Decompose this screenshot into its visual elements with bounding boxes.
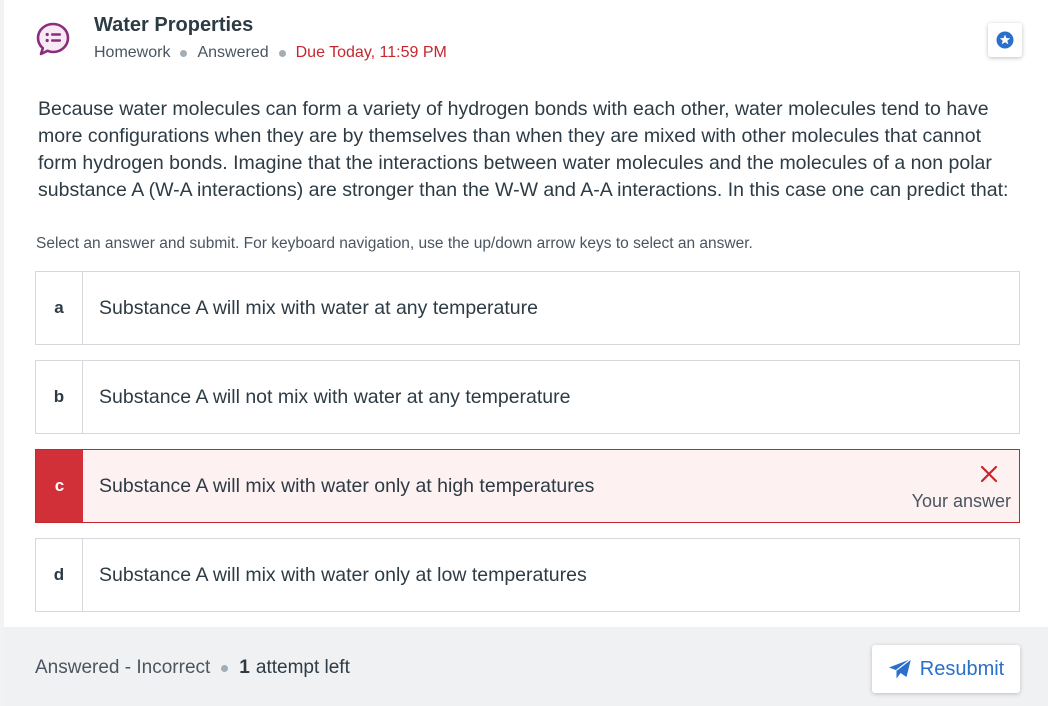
left-edge-rule [0, 0, 4, 706]
answer-option-c[interactable]: c Substance A will mix with water only a… [35, 449, 1020, 523]
resubmit-button[interactable]: Resubmit [872, 645, 1020, 693]
submission-status: Answered - Incorrect 1 attempt left [35, 657, 350, 679]
option-text: Substance A will mix with water only at … [99, 563, 587, 586]
attempts-label: attempt left [255, 657, 350, 678]
option-letter: a [36, 272, 83, 344]
separator-dot [221, 664, 229, 672]
bookmark-button[interactable] [988, 23, 1022, 57]
option-text: Substance A will mix with water only at … [99, 474, 595, 497]
separator-dot [278, 49, 286, 57]
assignment-title: Water Properties [94, 14, 254, 36]
answer-option-a[interactable]: a Substance A will mix with water at any… [35, 271, 1020, 345]
incorrect-x-icon [980, 465, 998, 483]
star-badge-icon [996, 31, 1014, 49]
resubmit-label: Resubmit [919, 657, 1005, 680]
submission-footer: Answered - Incorrect 1 attempt left Resu… [4, 627, 1048, 706]
result-status: Answered - Incorrect [35, 657, 211, 678]
assignment-meta: Homework Answered Due Today, 11:59 PM [94, 44, 447, 62]
answer-option-d[interactable]: d Substance A will mix with water only a… [35, 538, 1020, 612]
option-letter: b [36, 361, 83, 433]
option-text: Substance A will not mix with water at a… [99, 385, 571, 408]
answer-feedback: Your answer [871, 464, 1011, 514]
due-date: Due Today, 11:59 PM [295, 44, 447, 61]
assignment-status: Answered [197, 44, 269, 61]
answer-option-b[interactable]: b Substance A will not mix with water at… [35, 360, 1020, 434]
answer-instructions: Select an answer and submit. For keyboar… [36, 235, 753, 252]
option-text: Substance A will mix with water at any t… [99, 296, 538, 319]
question-text: Because water molecules can form a varie… [38, 98, 1009, 201]
paper-plane-icon [888, 658, 912, 679]
option-letter: d [36, 539, 83, 611]
attempts-count: 1 [239, 657, 250, 678]
assignment-type: Homework [94, 44, 171, 61]
option-letter: c [36, 450, 83, 522]
separator-dot [180, 49, 188, 57]
question-header: Water Properties Homework Answered Due T… [36, 14, 1026, 70]
question-bubble-icon [36, 22, 70, 56]
your-answer-label: Your answer [911, 491, 1011, 511]
